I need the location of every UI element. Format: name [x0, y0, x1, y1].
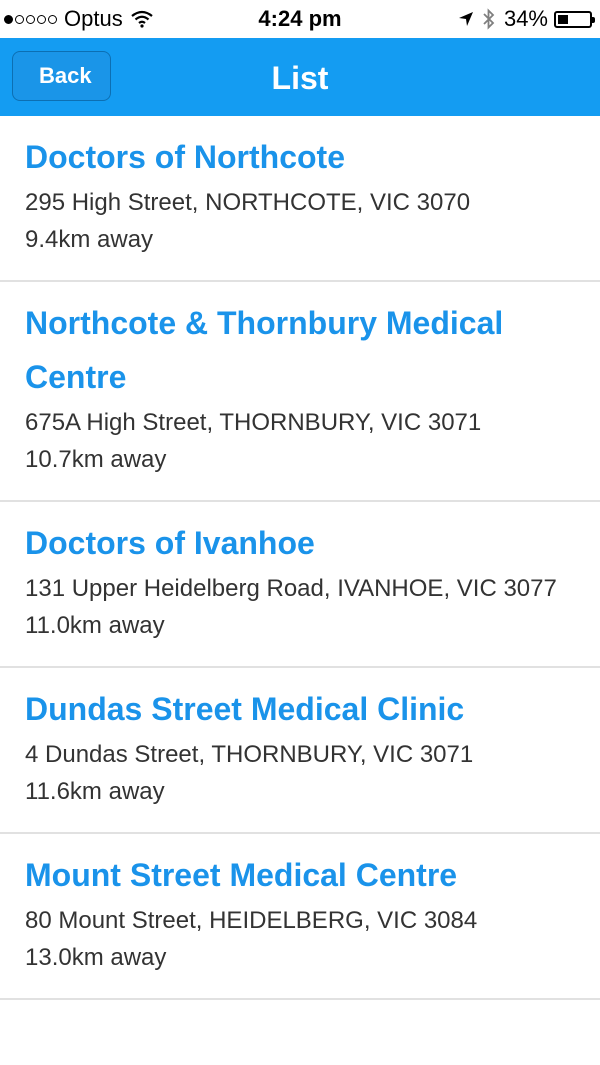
list-item[interactable]: Doctors of Ivanhoe 131 Upper Heidelberg …: [0, 502, 600, 668]
list-item[interactable]: Doctors of Northcote 295 High Street, NO…: [0, 116, 600, 282]
practice-distance: 13.0km away: [25, 944, 167, 971]
practice-name: Dundas Street Medical Clinic: [25, 691, 465, 727]
practice-distance: 9.4km away: [25, 226, 154, 253]
practice-address: 80 Mount Street, HEIDELBERG, VIC 3084: [25, 907, 478, 934]
practice-address: 675A High Street, THORNBURY, VIC 3071: [25, 409, 482, 436]
practice-distance: 11.6km away: [25, 778, 165, 805]
navigation-bar: Back List: [0, 38, 600, 116]
battery-percent: 34%: [503, 6, 548, 31]
practice-name: Northcote & Thornbury Medical Centre: [25, 305, 504, 395]
battery-fill: [558, 14, 568, 24]
list-item[interactable]: Northcote & Thornbury Medical Centre 675…: [0, 282, 600, 502]
page-title: List: [271, 60, 329, 96]
practice-name: Doctors of Ivanhoe: [25, 525, 315, 561]
practice-distance: 11.0km away: [25, 612, 165, 639]
location-icon: [458, 12, 473, 26]
practice-address: 295 High Street, NORTHCOTE, VIC 3070: [25, 189, 471, 216]
practice-distance: 10.7km away: [25, 446, 167, 473]
status-right: 34%: [458, 6, 595, 32]
list-item[interactable]: Mount Street Medical Centre 80 Mount Str…: [0, 834, 600, 1000]
battery-icon: [554, 10, 595, 28]
list-item[interactable]: Dundas Street Medical Clinic 4 Dundas St…: [0, 668, 600, 834]
practice-name: Mount Street Medical Centre: [25, 857, 458, 893]
practice-address: 4 Dundas Street, THORNBURY, VIC 3071: [25, 741, 474, 768]
practice-name: Doctors of Northcote: [25, 139, 345, 175]
status-bar: Optus 4:24 pm 34%: [0, 0, 600, 38]
results-list: Doctors of Northcote 295 High Street, NO…: [0, 116, 600, 1000]
practice-address: 131 Upper Heidelberg Road, IVANHOE, VIC …: [25, 575, 557, 602]
bluetooth-icon: [483, 8, 495, 30]
